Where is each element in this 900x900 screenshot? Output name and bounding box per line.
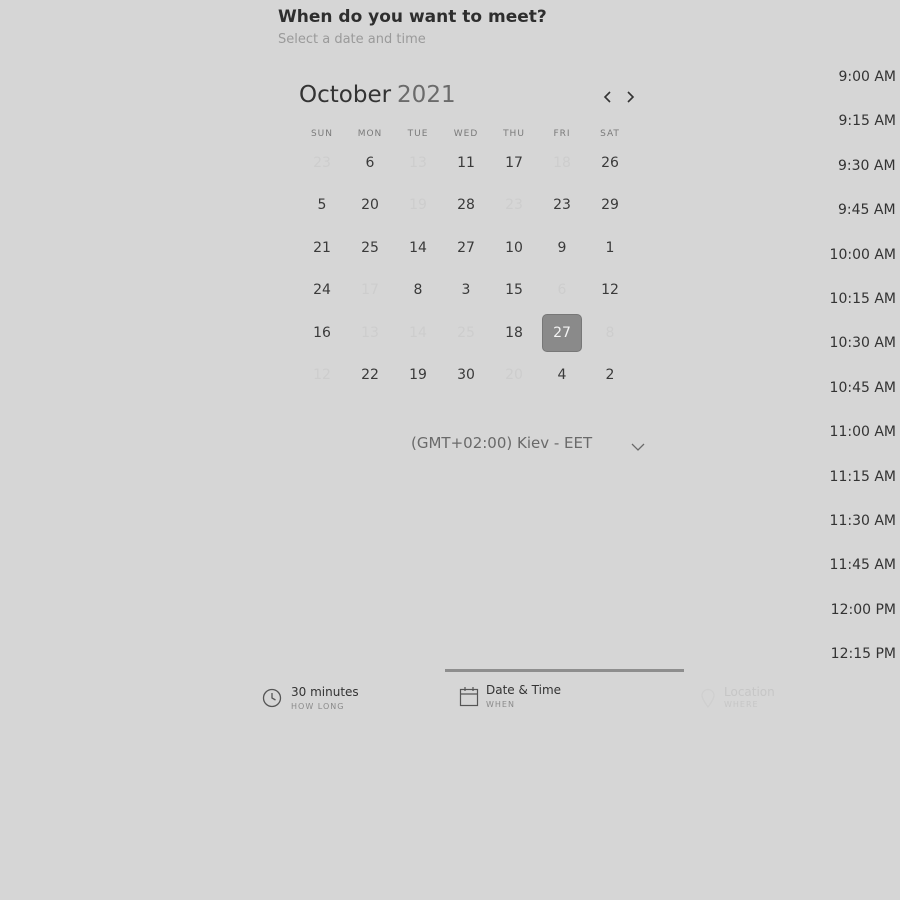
calendar-day-disabled: 14: [409, 324, 427, 341]
chevron-right-icon: [627, 91, 635, 103]
calendar-day[interactable]: 8: [398, 271, 438, 309]
calendar-day[interactable]: 15: [494, 271, 534, 309]
step-location-caption: WHERE: [724, 700, 759, 709]
calendar-day[interactable]: 3: [446, 271, 486, 309]
calendar-day[interactable]: 12: [590, 271, 630, 309]
time-slot[interactable]: 12:15 PM: [831, 646, 896, 662]
month-label: October: [299, 82, 392, 108]
calendar-day[interactable]: 25: [350, 229, 390, 267]
step-duration-caption: HOW LONG: [291, 702, 345, 711]
calendar-day[interactable]: 14: [398, 229, 438, 267]
weekday-label: TUE: [407, 129, 429, 139]
chevron-left-icon: [603, 91, 611, 103]
calendar-day[interactable]: 26: [590, 144, 630, 182]
calendar-day[interactable]: 23: [542, 186, 582, 224]
calendar-day[interactable]: 1: [590, 229, 630, 267]
year-label: 2021: [397, 82, 456, 108]
calendar-day-disabled: 6: [557, 282, 567, 299]
calendar-day[interactable]: 11: [446, 144, 486, 182]
time-slot[interactable]: 9:45 AM -: [838, 202, 900, 218]
weekday-label: SUN: [310, 129, 334, 139]
calendar-day[interactable]: 28: [446, 186, 486, 224]
page-title: When do you want to meet?: [278, 7, 547, 27]
calendar-day[interactable]: 24: [302, 271, 342, 309]
calendar-day[interactable]: 18: [494, 314, 534, 352]
step-progress-indicator: [445, 669, 684, 672]
calendar-day[interactable]: 30: [446, 356, 486, 394]
calendar-day[interactable]: 5: [302, 186, 342, 224]
calendar-day[interactable]: 4: [542, 356, 582, 394]
location-pin-icon: [701, 688, 715, 708]
calendar-day-disabled: 23: [505, 197, 523, 214]
weekday-label: MON: [357, 129, 383, 139]
calendar-day[interactable]: 9: [542, 229, 582, 267]
time-slot[interactable]: 9:15 AM: [838, 113, 896, 129]
calendar-day[interactable]: 20: [350, 186, 390, 224]
calendar-day-disabled: 19: [409, 197, 427, 214]
step-date-time-caption: WHEN: [486, 700, 515, 709]
clock-icon: [262, 688, 282, 708]
time-slot[interactable]: 11:15 AM: [830, 469, 896, 485]
calendar-day-disabled: 23: [313, 155, 331, 171]
month-year-label: October 2021: [299, 82, 456, 108]
time-slot[interactable]: 11:00 AM: [830, 424, 896, 440]
time-slot[interactable]: 9:00 AM: [838, 69, 896, 85]
calendar-day[interactable]: 17: [494, 144, 534, 182]
time-slot[interactable]: 10:30 AM: [830, 335, 896, 351]
timezone-select[interactable]: (GMT+02:00) Kiev - EET: [411, 434, 592, 452]
calendar-day-disabled: 13: [409, 155, 427, 171]
calendar-day[interactable]: 19: [398, 356, 438, 394]
step-duration-label: 30 minutes: [291, 685, 359, 699]
calendar-day[interactable]: 27: [446, 229, 486, 267]
step-date-time-label: Date & Time: [486, 683, 562, 697]
calendar-day-disabled: 13: [361, 324, 379, 341]
calendar-day-selected[interactable]: 27: [542, 313, 582, 352]
time-slot[interactable]: 10:15 AM: [830, 291, 896, 307]
calendar-day[interactable]: 29: [590, 186, 630, 224]
time-slot[interactable]: 11:30 AM: [830, 513, 896, 529]
calendar-day-disabled: 25: [457, 324, 475, 341]
weekday-label: SAT: [600, 129, 620, 139]
calendar-day[interactable]: 16: [302, 314, 342, 352]
calendar-day[interactable]: 10: [494, 229, 534, 267]
time-slot[interactable]: 12:00 PM: [831, 602, 896, 618]
time-slot[interactable]: 10:45 AM: [830, 380, 896, 396]
calendar-day[interactable]: 22: [350, 356, 390, 394]
calendar-day-disabled: 8: [605, 324, 615, 341]
page-subtitle: Select a date and time: [278, 32, 426, 47]
time-slot[interactable]: 10:00 AM: [830, 247, 896, 263]
chevron-down-icon: [631, 443, 645, 451]
calendar-day[interactable]: 2: [590, 356, 630, 394]
time-slot[interactable]: 9:30 AM -: [838, 158, 900, 174]
calendar-icon: [459, 687, 479, 707]
weekday-label: THU: [503, 129, 525, 139]
time-slot[interactable]: 11:45 AM: [830, 557, 896, 573]
weekday-label: WED: [453, 129, 479, 139]
step-location-label: Location: [724, 685, 775, 699]
calendar-day[interactable]: 21: [302, 229, 342, 267]
previous-month-button[interactable]: [598, 86, 618, 108]
calendar-day-disabled: 12: [313, 367, 331, 383]
calendar-day-disabled: 18: [553, 155, 571, 171]
next-month-button[interactable]: [620, 86, 640, 108]
calendar-day[interactable]: 6: [350, 144, 390, 182]
calendar-day-disabled: 20: [505, 367, 523, 383]
weekday-label: FRI: [553, 129, 571, 139]
timezone-dropdown-toggle[interactable]: [630, 438, 646, 457]
calendar-day-disabled: 17: [361, 282, 379, 299]
